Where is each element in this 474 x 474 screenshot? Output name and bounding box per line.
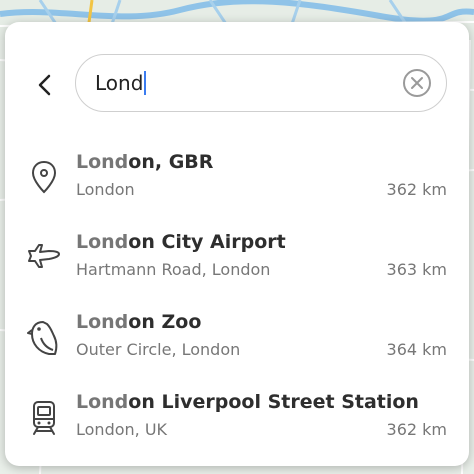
airplane-icon — [24, 238, 64, 278]
location-pin-icon — [24, 158, 64, 198]
result-subtitle: Outer Circle, London — [76, 340, 241, 359]
back-button[interactable] — [30, 70, 60, 100]
chevron-left-icon — [38, 74, 51, 96]
result-subtitle: London, UK — [76, 420, 168, 439]
result-title: London, GBR — [76, 151, 214, 173]
text-cursor — [144, 71, 146, 95]
train-icon — [24, 398, 64, 438]
result-distance: 364 km — [386, 340, 447, 359]
clear-icon — [403, 69, 431, 97]
result-subtitle: London — [76, 180, 135, 199]
result-distance: 362 km — [386, 180, 447, 199]
result-title: London City Airport — [76, 231, 286, 253]
result-subtitle: Hartmann Road, London — [76, 260, 271, 279]
search-field[interactable]: Lond — [75, 54, 447, 112]
clear-button[interactable] — [402, 68, 432, 98]
result-title: London Zoo — [76, 311, 202, 333]
result-distance: 362 km — [386, 420, 447, 439]
result-distance: 363 km — [386, 260, 447, 279]
bird-icon — [24, 318, 64, 358]
result-item[interactable]: London, GBR London 362 km — [20, 150, 460, 212]
search-query: Lond — [95, 71, 144, 95]
result-item[interactable]: London Zoo Outer Circle, London 364 km — [20, 310, 460, 372]
search-input[interactable]: Lond — [95, 71, 146, 95]
result-item[interactable]: London Liverpool Street Station London, … — [20, 390, 460, 452]
result-item[interactable]: London City Airport Hartmann Road, Londo… — [20, 230, 460, 292]
result-title: London Liverpool Street Station — [76, 391, 419, 413]
